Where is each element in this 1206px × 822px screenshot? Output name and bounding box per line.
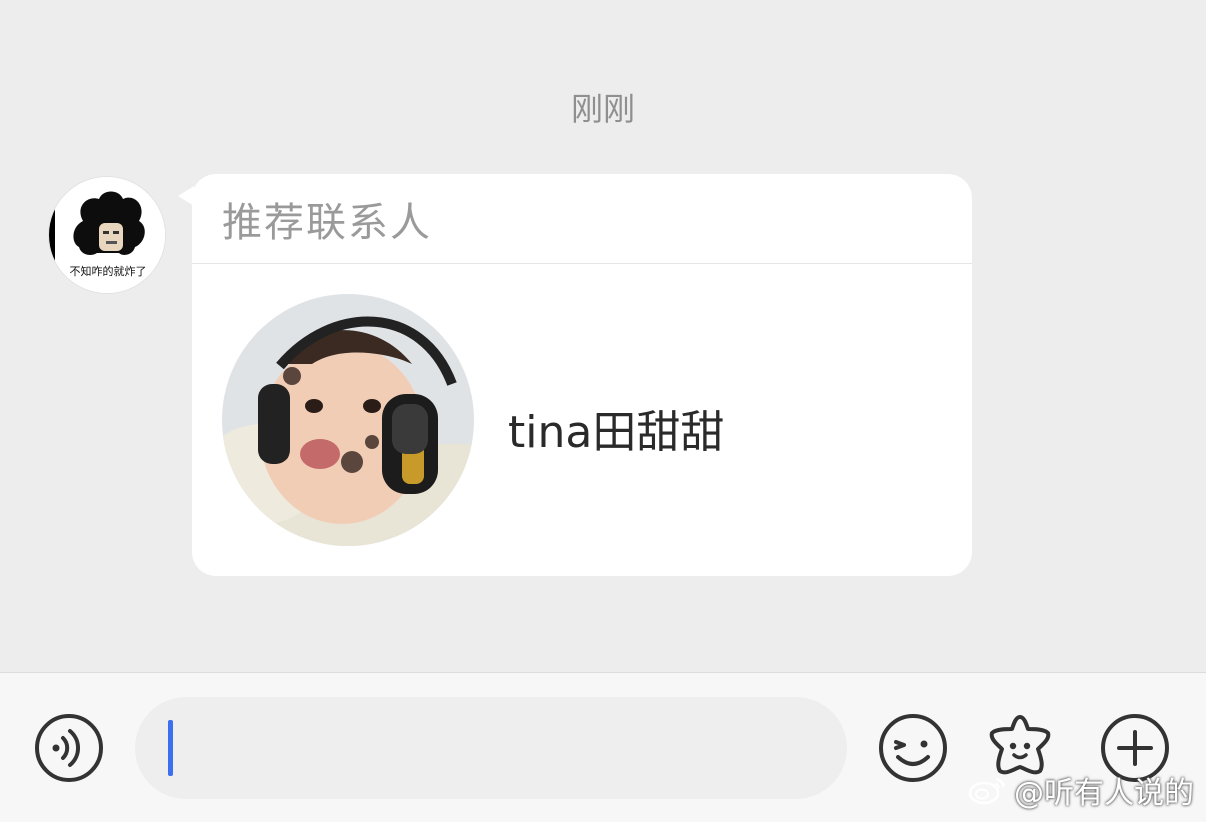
contact-avatar[interactable] — [222, 294, 474, 546]
contact-name: tina田甜甜 — [508, 407, 725, 458]
message-input[interactable] — [135, 697, 847, 799]
contact-avatar-image — [222, 294, 474, 546]
message-timestamp: 刚刚 — [570, 90, 635, 128]
chat-area: 刚刚 不知咋的就炸了 推荐联系人 tina田甜甜 — [0, 0, 1206, 672]
sender-avatar[interactable]: 不知咋的就炸了 — [48, 176, 166, 294]
card-title: 推荐联系人 — [192, 174, 972, 264]
sender-avatar-caption: 不知咋的就炸了 — [69, 265, 147, 278]
emoji-icon[interactable] — [878, 713, 948, 783]
input-bar: @听有人说的 — [0, 672, 1206, 822]
weibo-logo-icon — [968, 777, 1006, 805]
contact-card[interactable]: 推荐联系人 tina田甜甜 — [192, 174, 972, 576]
text-caret — [168, 720, 173, 776]
watermark-text: @听有人说的 — [1014, 776, 1194, 811]
watermark: @听有人说的 — [968, 768, 1194, 812]
voice-icon[interactable] — [34, 713, 104, 783]
